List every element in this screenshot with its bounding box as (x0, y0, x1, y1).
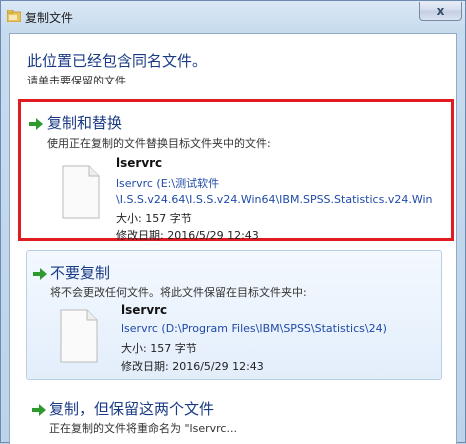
file-path-line-1: lservrc (E:\测试软件 (116, 177, 220, 190)
close-button[interactable]: x (419, 2, 462, 21)
option-title: 复制，但保留这两个文件 (49, 400, 215, 418)
file-size: 大小: 157 字节 (116, 212, 192, 225)
option-copy-and-replace[interactable]: 复制和替换 使用正在复制的文件替换目标文件夹中的文件: lservrc lser… (18, 99, 454, 242)
option-do-not-copy[interactable]: 不要复制 将不会更改任何文件。将此文件保留在目标文件夹中: lservrc ls… (26, 250, 442, 380)
file-name: lservrc (116, 156, 163, 170)
copy-folder-icon (7, 10, 21, 22)
option-title: 不要复制 (50, 264, 111, 282)
dialog-content: 此位置已经包含同名文件。 请单击要保留的文件 复制和替换 使用正在复制的文件替换… (9, 33, 457, 444)
file-modified-date: 修改日期: 2016/5/29 12:43 (121, 360, 264, 373)
blank-file-icon (60, 309, 98, 363)
option-description: 使用正在复制的文件替换目标文件夹中的文件: (47, 137, 271, 150)
option-title: 复制和替换 (47, 114, 123, 132)
option-description: 将不会更改任何文件。将此文件保留在目标文件夹中: (50, 286, 307, 299)
file-name: lservrc (121, 303, 168, 317)
close-icon: x (436, 4, 445, 18)
dialog-sub-heading: 请单击要保留的文件 (27, 75, 126, 84)
green-arrow-icon (33, 268, 47, 280)
file-modified-date: 修改日期: 2016/5/29 12:43 (116, 229, 259, 242)
copy-file-dialog: 复制文件 x 此位置已经包含同名文件。 请单击要保留的文件 复制和替换 使用正在… (0, 0, 466, 444)
file-size: 大小: 157 字节 (121, 342, 197, 355)
green-arrow-icon (29, 118, 43, 130)
title-bar[interactable]: 复制文件 x (1, 1, 465, 33)
option-copy-keep-both[interactable]: 复制，但保留这两个文件 正在复制的文件将重命名为 "lservrc... (26, 392, 442, 444)
green-arrow-icon (32, 404, 46, 416)
file-path: lservrc (D:\Program Files\IBM\SPSS\Stati… (121, 322, 387, 335)
option-description: 正在复制的文件将重命名为 "lservrc... (49, 422, 237, 435)
file-path-line-2: \I.S.S.v24.64\I.S.S.v24.Win64\IBM.SPSS.S… (116, 193, 433, 206)
window-title: 复制文件 (25, 11, 74, 25)
blank-file-icon (62, 165, 100, 219)
dialog-heading: 此位置已经包含同名文件。 (27, 52, 208, 70)
